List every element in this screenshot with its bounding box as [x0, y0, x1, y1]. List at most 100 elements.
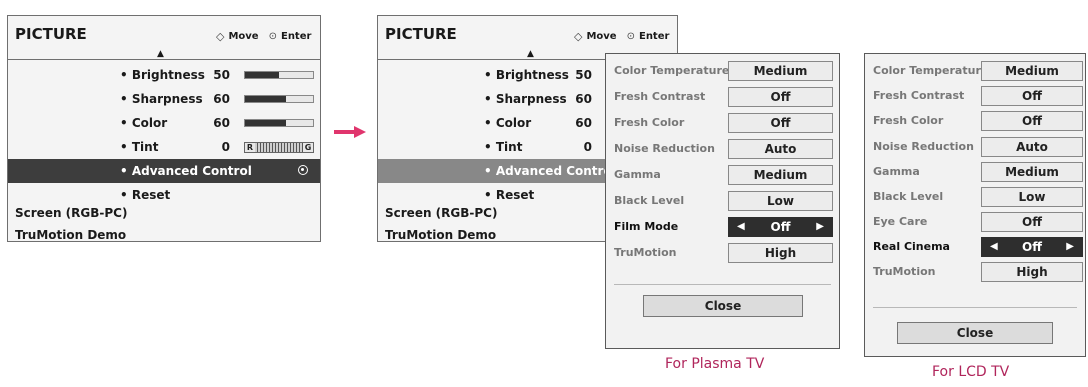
option-value: Off — [981, 86, 1083, 106]
title-divider — [8, 59, 320, 60]
transition-arrow-icon — [334, 126, 366, 138]
option-value: Off — [728, 113, 833, 133]
option-value: High — [981, 262, 1083, 282]
enter-hint-label: Enter — [280, 31, 312, 42]
menu-item-label: • Sharpness — [484, 92, 567, 106]
menu-item-trumotion-demo[interactable]: TruMotion Demo — [15, 228, 126, 242]
menu-item-label: • Color — [484, 116, 532, 130]
option-value: Medium — [981, 162, 1083, 182]
menu-item-screen-rgb-pc[interactable]: Screen (RGB-PC) — [385, 206, 497, 220]
option-black-level[interactable]: Black Level Low — [865, 184, 1085, 210]
menu-item-label: • Advanced Contro — [484, 164, 612, 178]
move-icon: ◇ — [574, 30, 583, 43]
option-eye-care[interactable]: Eye Care Off — [865, 209, 1085, 235]
option-value: Medium — [728, 165, 833, 185]
menu-item-advanced-control[interactable]: • Advanced Control — [8, 159, 320, 183]
popup-divider — [614, 284, 831, 285]
option-black-level[interactable]: Black Level Low — [606, 188, 839, 214]
right-arrow-icon[interactable]: ▶ — [1066, 238, 1074, 256]
move-hint-label: Move — [586, 31, 617, 42]
option-gamma[interactable]: Gamma Medium — [865, 159, 1085, 185]
plasma-advanced-popup: Color Temperature Medium Fresh Contrast … — [605, 53, 840, 349]
option-trumotion[interactable]: TruMotion High — [606, 240, 839, 266]
menu-item-value: 60 — [213, 116, 230, 130]
lcd-caption: For LCD TV — [932, 364, 1010, 380]
menu-item-label: • Brightness — [484, 68, 569, 82]
option-fresh-contrast[interactable]: Fresh Contrast Off — [865, 83, 1085, 109]
color-level-bar[interactable] — [244, 119, 314, 127]
left-arrow-icon[interactable]: ◀ — [737, 218, 745, 236]
brightness-level-bar[interactable] — [244, 71, 314, 79]
menu-item-label: • Brightness — [120, 68, 205, 82]
option-value: Off — [728, 87, 833, 107]
option-value: Auto — [981, 137, 1083, 157]
move-hint-label: Move — [228, 31, 259, 42]
option-film-mode[interactable]: Film Mode ◀ Off ▶ — [606, 214, 839, 240]
option-color-temperature[interactable]: Color Temperature Medium — [865, 58, 1085, 84]
tint-red-label: R — [245, 143, 255, 152]
tint-green-label: G — [303, 143, 313, 152]
menu-item-sharpness[interactable]: • Sharpness 60 — [8, 87, 320, 111]
enter-ring-icon — [298, 165, 308, 175]
plasma-caption: For Plasma TV — [665, 356, 765, 372]
close-button[interactable]: Close — [897, 322, 1053, 344]
menu-item-value: 60 — [575, 116, 592, 130]
option-value: Off — [981, 212, 1083, 232]
menu-item-label: • Sharpness — [120, 92, 203, 106]
menu-title: PICTURE — [15, 25, 87, 43]
option-noise-reduction[interactable]: Noise Reduction Auto — [865, 134, 1085, 160]
option-value-selector[interactable]: ◀ Off ▶ — [981, 237, 1083, 257]
enter-icon: ⊙ — [268, 31, 277, 42]
option-fresh-color[interactable]: Fresh Color Off — [606, 110, 839, 136]
left-arrow-icon[interactable]: ◀ — [990, 238, 998, 256]
menu-item-color[interactable]: • Color 60 — [8, 111, 320, 135]
option-color-temperature[interactable]: Color Temperature Medium — [606, 58, 839, 84]
picture-menu-panel: PICTURE ◇ Move ⊙ Enter ▲ • Brightness 50… — [7, 15, 321, 242]
option-value-selector[interactable]: ◀ Off ▶ — [728, 217, 833, 237]
scroll-up-icon[interactable]: ▲ — [157, 50, 164, 59]
option-value: Low — [728, 191, 833, 211]
menu-item-label: • Tint — [120, 140, 159, 154]
option-fresh-contrast[interactable]: Fresh Contrast Off — [606, 84, 839, 110]
close-button[interactable]: Close — [643, 295, 803, 317]
scroll-up-icon[interactable]: ▲ — [527, 50, 534, 59]
option-value: Medium — [728, 61, 833, 81]
menu-item-value: 60 — [575, 92, 592, 106]
nav-hint: ◇ Move ⊙ Enter — [574, 30, 669, 43]
menu-item-trumotion-demo[interactable]: TruMotion Demo — [385, 228, 496, 242]
option-trumotion[interactable]: TruMotion High — [865, 259, 1085, 285]
popup-divider — [873, 307, 1077, 308]
tint-slider[interactable]: R G — [244, 142, 314, 153]
menu-item-value: 50 — [575, 68, 592, 82]
menu-item-reset[interactable]: • Reset — [8, 183, 320, 207]
enter-hint-label: Enter — [638, 31, 670, 42]
menu-item-label: • Tint — [484, 140, 523, 154]
option-gamma[interactable]: Gamma Medium — [606, 162, 839, 188]
option-noise-reduction[interactable]: Noise Reduction Auto — [606, 136, 839, 162]
option-value: Medium — [981, 61, 1083, 81]
menu-item-value: 60 — [213, 92, 230, 106]
lcd-advanced-popup: Color Temperature Medium Fresh Contrast … — [864, 53, 1086, 357]
option-value: Low — [981, 187, 1083, 207]
option-value: Auto — [728, 139, 833, 159]
option-value: Off — [981, 111, 1083, 131]
menu-item-value: 0 — [583, 140, 592, 154]
nav-hint: ◇ Move ⊙ Enter — [216, 30, 311, 43]
menu-item-brightness[interactable]: • Brightness 50 — [8, 63, 320, 87]
menu-title: PICTURE — [385, 25, 457, 43]
option-real-cinema[interactable]: Real Cinema ◀ Off ▶ — [865, 234, 1085, 260]
move-icon: ◇ — [216, 30, 225, 43]
enter-icon: ⊙ — [626, 31, 635, 42]
sharpness-level-bar[interactable] — [244, 95, 314, 103]
menu-item-value: 50 — [213, 68, 230, 82]
option-value: High — [728, 243, 833, 263]
menu-item-screen-rgb-pc[interactable]: Screen (RGB-PC) — [15, 206, 127, 220]
menu-item-value: 0 — [221, 140, 230, 154]
option-fresh-color[interactable]: Fresh Color Off — [865, 108, 1085, 134]
menu-item-label: • Color — [120, 116, 168, 130]
menu-item-label: • Reset — [120, 188, 171, 202]
right-arrow-icon[interactable]: ▶ — [816, 218, 824, 236]
menu-item-label: • Reset — [484, 188, 535, 202]
menu-item-label: • Advanced Control — [120, 164, 252, 178]
menu-item-tint[interactable]: • Tint 0 R G — [8, 135, 320, 159]
